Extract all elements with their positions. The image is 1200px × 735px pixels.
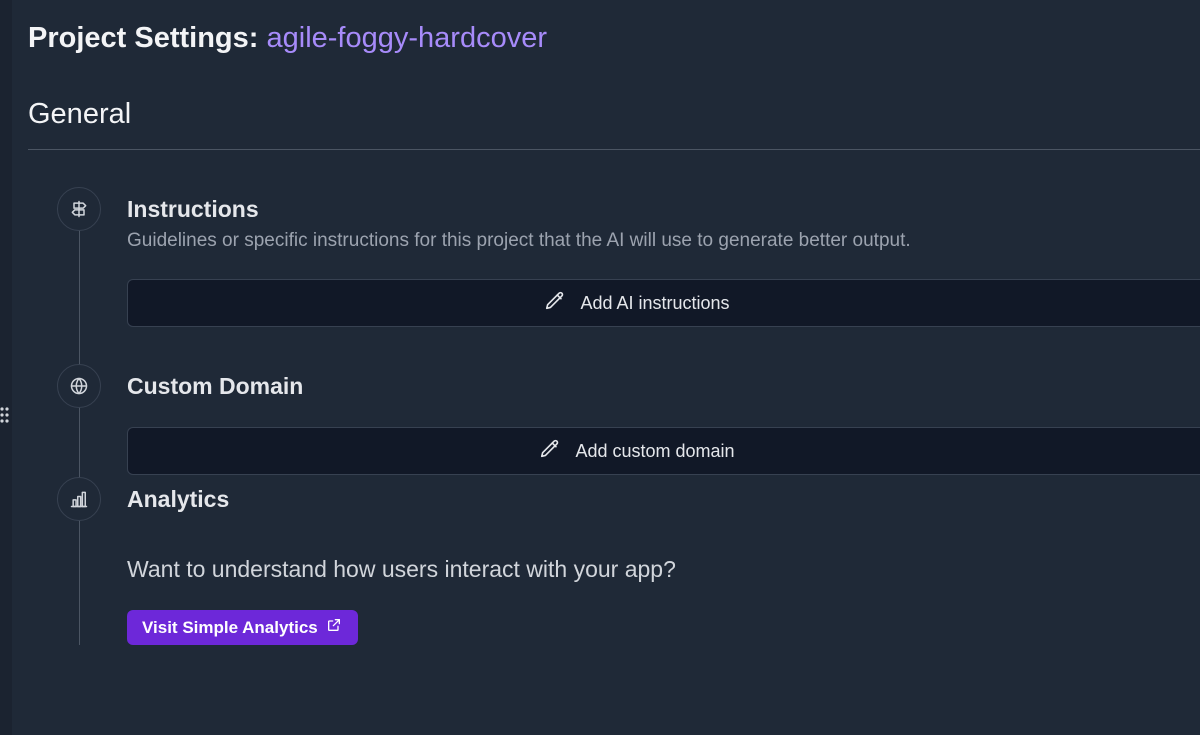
add-ai-instructions-button[interactable]: Add AI instructions bbox=[127, 279, 1200, 327]
add-custom-domain-label: Add custom domain bbox=[575, 440, 735, 461]
signpost-icon bbox=[57, 187, 101, 231]
page-title: Project Settings: agile-foggy-hardcover bbox=[28, 22, 547, 55]
globe-icon bbox=[57, 364, 101, 408]
instructions-description: Guidelines or specific instructions for … bbox=[127, 230, 911, 251]
pencil-icon bbox=[544, 290, 566, 317]
project-name: agile-foggy-hardcover bbox=[266, 22, 547, 54]
bar-chart-icon bbox=[57, 477, 101, 521]
section-divider bbox=[28, 149, 1200, 150]
custom-domain-title: Custom Domain bbox=[127, 373, 304, 399]
pencil-icon bbox=[539, 438, 561, 465]
timeline-line bbox=[79, 209, 80, 645]
visit-simple-analytics-button[interactable]: Visit Simple Analytics bbox=[127, 610, 358, 645]
drag-handle-icon[interactable] bbox=[0, 406, 10, 428]
analytics-prompt: Want to understand how users interact wi… bbox=[127, 556, 676, 582]
section-title-general: General bbox=[28, 98, 132, 130]
add-custom-domain-button[interactable]: Add custom domain bbox=[127, 427, 1200, 475]
left-panel-edge bbox=[0, 0, 12, 735]
page-title-prefix: Project Settings: bbox=[28, 22, 259, 54]
external-link-icon bbox=[326, 617, 342, 638]
analytics-title: Analytics bbox=[127, 486, 230, 512]
add-ai-instructions-label: Add AI instructions bbox=[580, 292, 730, 313]
project-settings-page: Project Settings: agile-foggy-hardcover … bbox=[28, 0, 1200, 735]
visit-simple-analytics-label: Visit Simple Analytics bbox=[142, 617, 318, 637]
instructions-title: Instructions bbox=[127, 196, 259, 222]
